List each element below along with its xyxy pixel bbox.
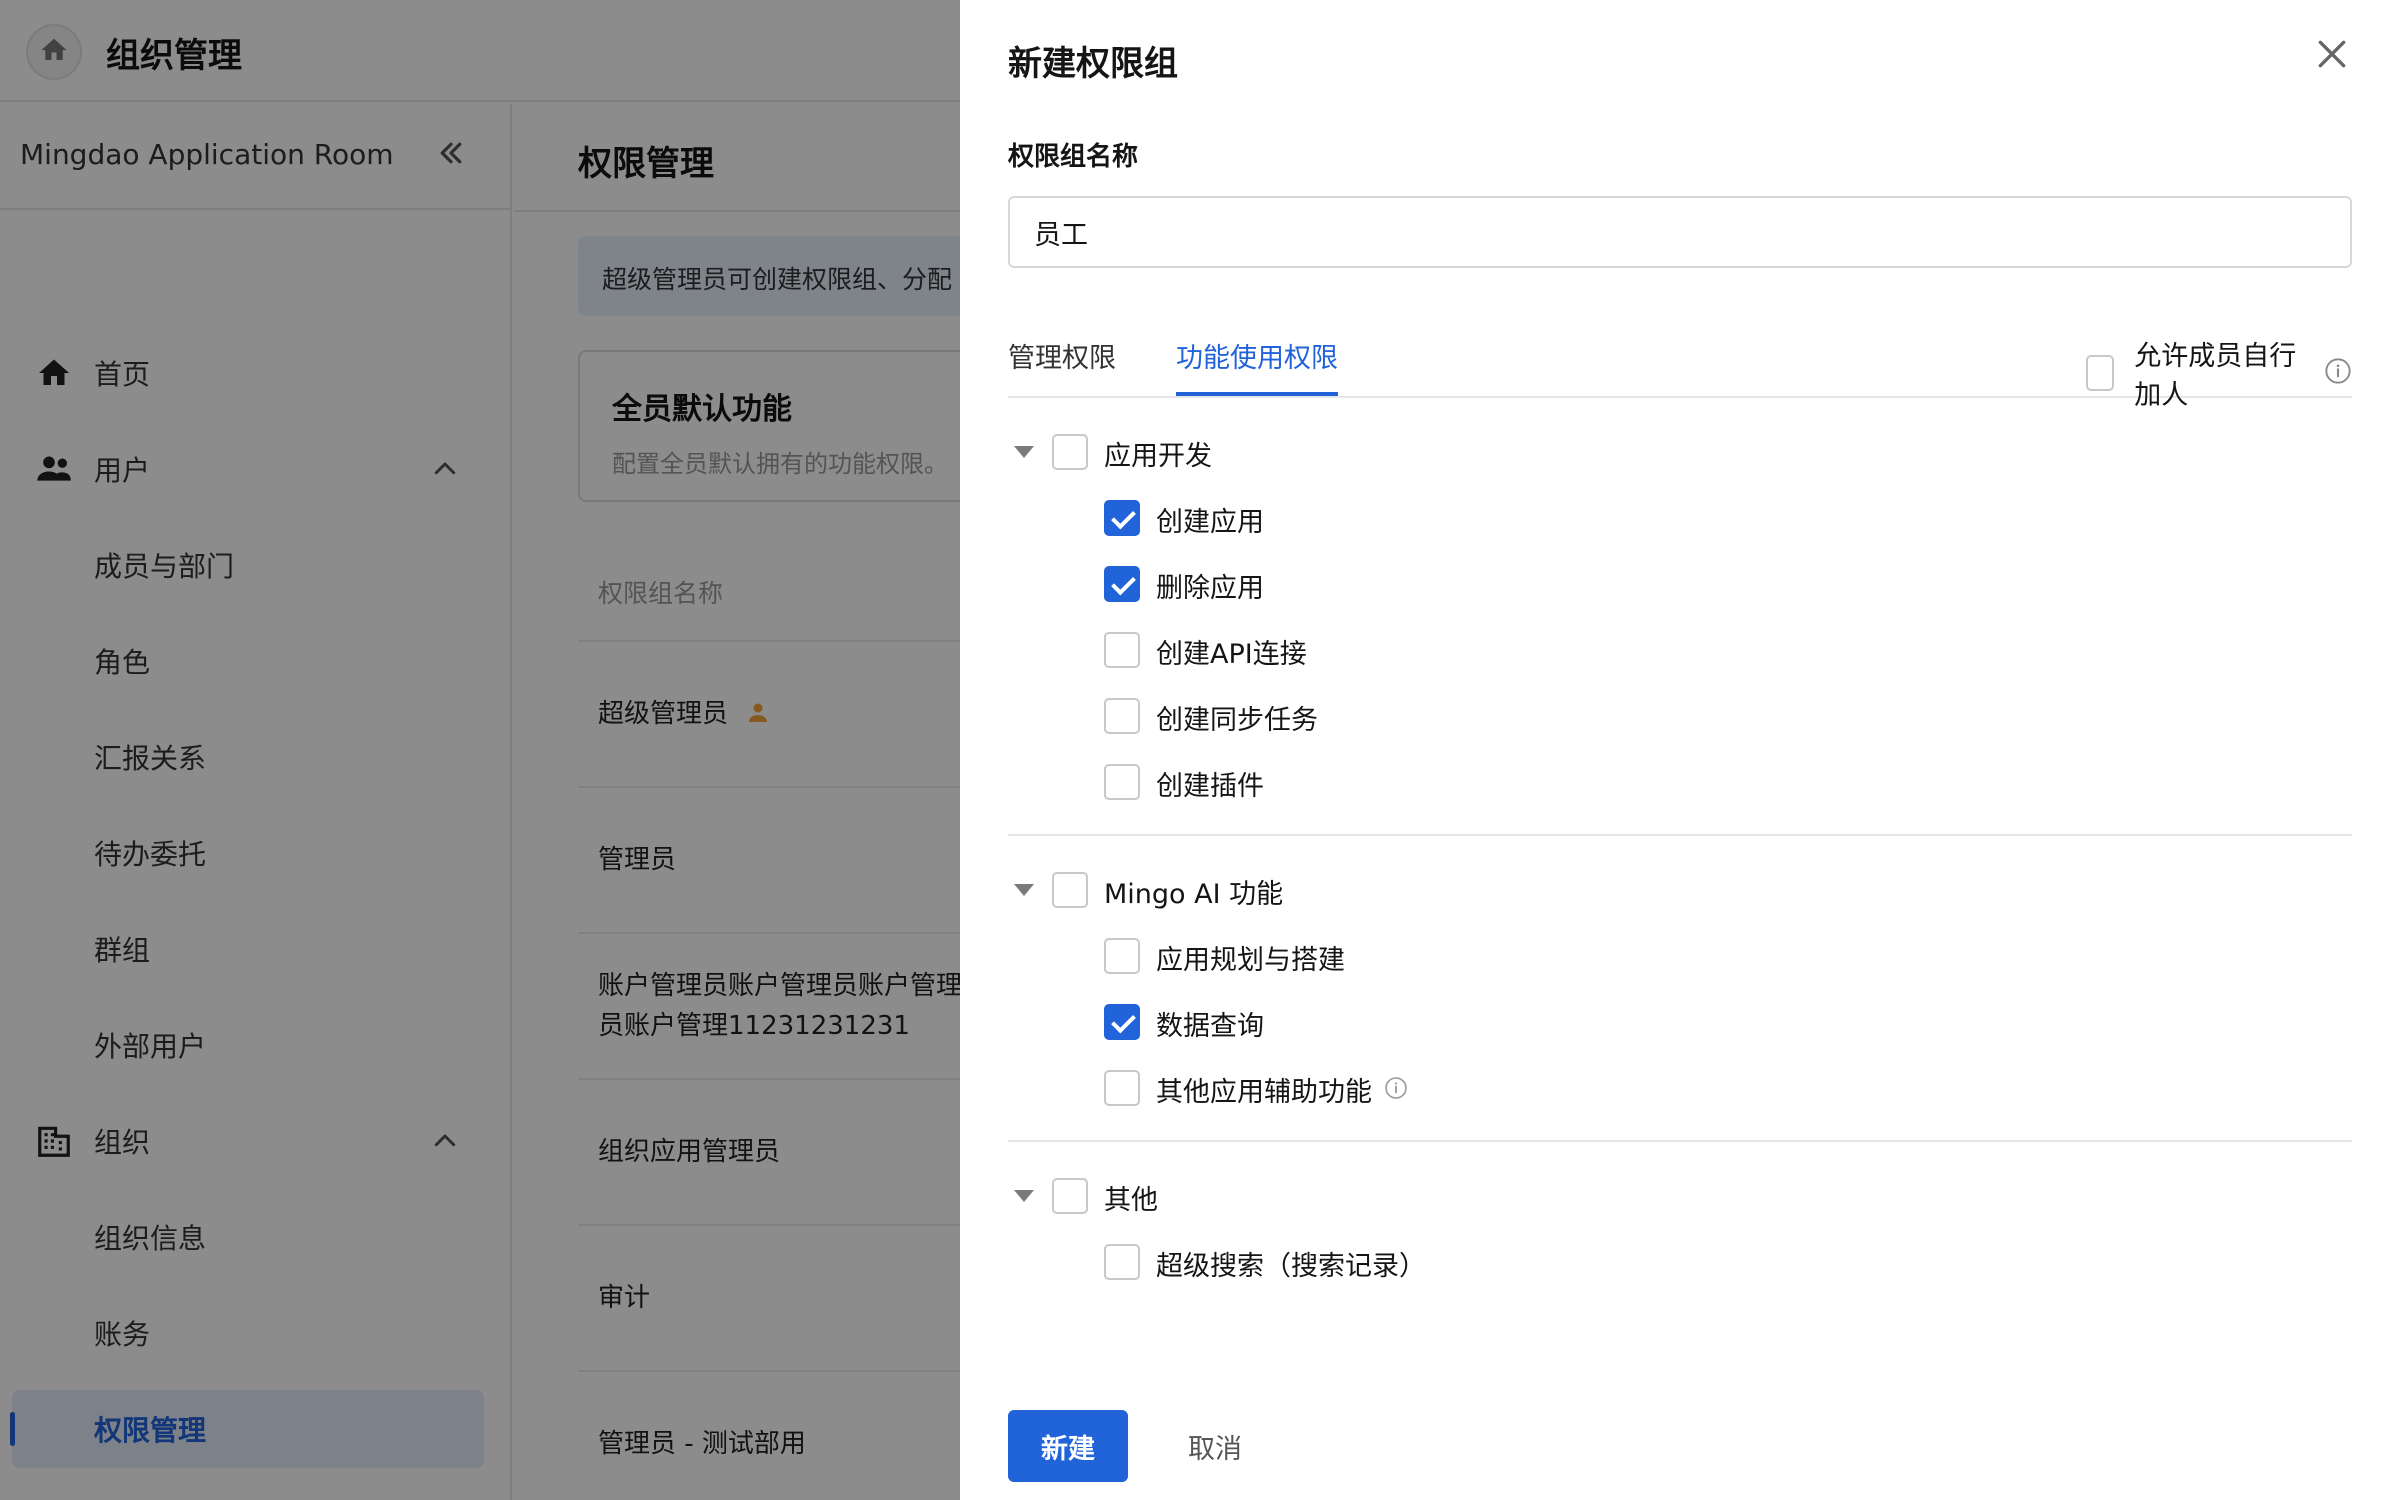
item-label: 创建同步任务 (1156, 705, 1318, 736)
item-checkbox[interactable] (1104, 764, 1140, 800)
item-checkbox[interactable] (1104, 500, 1140, 536)
name-field-label: 权限组名称 (1008, 142, 1139, 172)
info-icon[interactable] (1384, 1076, 1408, 1104)
new-permission-group-drawer: 新建权限组 权限组名称 管理权限 功能使用权限 允许成员自行加人 应用开发 创建… (960, 0, 2396, 1500)
item-checkbox[interactable] (1104, 632, 1140, 668)
divider (1008, 1140, 2352, 1142)
permission-tabs: 管理权限 功能使用权限 允许成员自行加人 (1008, 320, 2352, 411)
item-checkbox[interactable] (1104, 1070, 1140, 1106)
item-checkbox[interactable] (1104, 1244, 1140, 1280)
item-label: 创建API连接 (1156, 639, 1307, 670)
caret-down-icon[interactable] (1014, 446, 1034, 458)
group-checkbox[interactable] (1052, 434, 1088, 470)
allow-self-join-checkbox[interactable] (2086, 355, 2115, 391)
group-label: 应用开发 (1104, 441, 1212, 472)
divider (1008, 834, 2352, 836)
group-label: Mingo AI 功能 (1104, 879, 1284, 910)
info-icon[interactable] (2324, 357, 2352, 389)
tab-admin-permissions[interactable]: 管理权限 (1008, 336, 1116, 396)
allow-self-join-label: 允许成员自行加人 (2134, 341, 2297, 411)
item-label: 其他应用辅助功能 (1156, 1077, 1372, 1108)
caret-down-icon[interactable] (1014, 1190, 1034, 1202)
item-label: 超级搜索（搜索记录） (1156, 1251, 1426, 1282)
close-icon[interactable] (2312, 34, 2356, 78)
group-label: 其他 (1104, 1185, 1158, 1216)
item-label: 创建应用 (1156, 507, 1264, 538)
item-checkbox[interactable] (1104, 698, 1140, 734)
create-button[interactable]: 新建 (1008, 1410, 1128, 1482)
item-label: 数据查询 (1156, 1011, 1264, 1042)
group-checkbox[interactable] (1052, 872, 1088, 908)
item-checkbox[interactable] (1104, 566, 1140, 602)
caret-down-icon[interactable] (1014, 884, 1034, 896)
item-label: 删除应用 (1156, 573, 1264, 604)
group-checkbox[interactable] (1052, 1178, 1088, 1214)
allow-self-join[interactable]: 允许成员自行加人 (2086, 334, 2352, 412)
item-checkbox[interactable] (1104, 938, 1140, 974)
item-label: 应用规划与搭建 (1156, 945, 1345, 976)
item-checkbox[interactable] (1104, 1004, 1140, 1040)
item-label: 创建插件 (1156, 771, 1264, 802)
cancel-button[interactable]: 取消 (1160, 1410, 1270, 1482)
drawer-title: 新建权限组 (1008, 44, 1178, 84)
tab-feature-permissions[interactable]: 功能使用权限 (1176, 336, 1338, 396)
group-name-input[interactable] (1008, 196, 2352, 268)
